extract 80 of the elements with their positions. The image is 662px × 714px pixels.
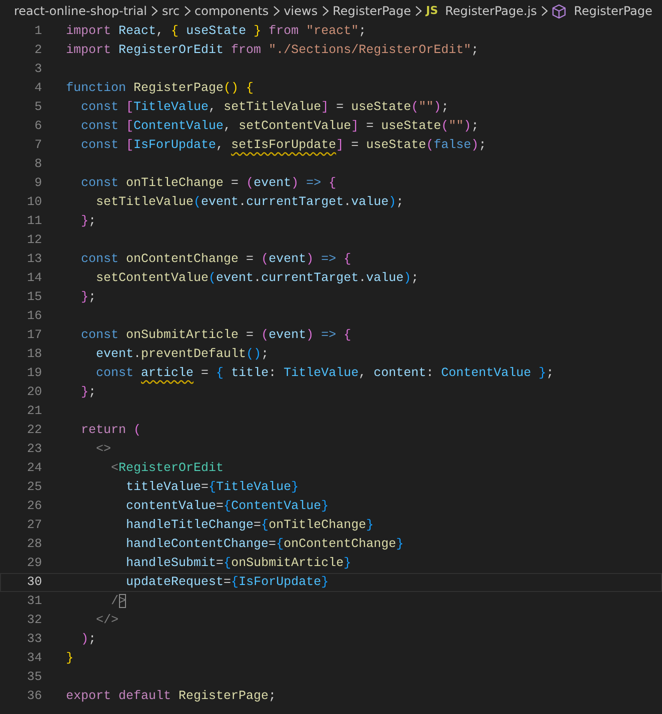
line-number: 22 (26, 422, 42, 439)
line-number: 16 (26, 308, 42, 325)
line-number: 30 (26, 574, 42, 591)
breadcrumb-item[interactable]: components (194, 2, 269, 20)
line-number: 7 (33, 137, 42, 154)
cube-icon (552, 4, 566, 18)
code-line: import React, { useState } from "react"; (66, 23, 366, 40)
code-line: import RegisterOrEdit from "./Sections/RegisterOrEdit"; (66, 42, 479, 59)
line-number: 36 (26, 688, 42, 705)
code-line: const onContentChange = (event) => { (80, 251, 352, 268)
line-number: 21 (26, 403, 42, 420)
line-number: 14 (26, 270, 42, 287)
code-line: setContentValue(event.currentTarget.value); (95, 270, 419, 287)
code-line: const onTitleChange = (event) => { (80, 175, 336, 192)
line-number: 23 (26, 441, 42, 458)
line-number: 27 (26, 517, 42, 534)
code-line: const onSubmitArticle = (event) => { (80, 327, 352, 344)
breadcrumb-item[interactable]: RegisterPage.js (445, 2, 537, 20)
code-line: const article = { title: TitleValue, content: ContentValue }; (95, 365, 554, 382)
line-number: 8 (33, 156, 42, 173)
code-line: event.preventDefault(); (95, 346, 269, 363)
line-number: 25 (26, 479, 42, 496)
line-number: 19 (26, 365, 42, 382)
code-line: <RegisterOrEdit (110, 460, 224, 477)
code-line: titleValue={TitleValue} (125, 479, 299, 496)
code-line: }; (80, 384, 96, 401)
chevron-right-icon (272, 5, 281, 17)
chevron-right-icon (150, 5, 160, 17)
line-number: 9 (33, 175, 42, 192)
code-line: const [ContentValue, setContentValue] = useState(""); (80, 118, 479, 135)
line-number: 33 (26, 631, 42, 648)
line-number: 29 (26, 555, 42, 572)
code-line: handleSubmit={onSubmitArticle} (125, 555, 352, 572)
code-line: <> (95, 441, 112, 458)
code-line: setTitleValue(event.currentTarget.value); (95, 194, 404, 211)
code-line: } (66, 650, 74, 667)
code-line: ); (80, 631, 96, 648)
breadcrumb-item[interactable]: react-online-shop-trial (14, 2, 148, 20)
code-line: const [IsForUpdate, setIsForUpdate] = useState(false); (80, 137, 486, 154)
line-number: 26 (26, 498, 42, 515)
code-line: export default RegisterPage; (66, 688, 276, 705)
line-number: 2 (33, 42, 42, 59)
line-number: 10 (26, 194, 42, 211)
code-line: </> (95, 612, 119, 629)
chevron-right-icon (540, 5, 549, 17)
code-line: handleTitleChange={onTitleChange} (125, 517, 374, 534)
code-line: handleContentChange={onContentChange} (125, 536, 404, 553)
line-number: 35 (26, 669, 42, 686)
line-number: 6 (33, 118, 42, 135)
line-number: 4 (33, 80, 42, 97)
code-line: }; (80, 213, 96, 230)
line-number: 13 (26, 251, 42, 268)
line-number: 3 (33, 61, 42, 78)
line-number: 15 (26, 289, 42, 306)
line-number: 12 (26, 232, 42, 249)
line-number: 11 (26, 213, 42, 230)
line-number: 28 (26, 536, 42, 553)
line-number: 5 (33, 99, 42, 116)
line-number: 34 (26, 650, 42, 667)
line-number: 18 (26, 346, 42, 363)
code-line: return ( (80, 422, 142, 439)
code-line: const [TitleValue, setTitleValue] = useState(""); (80, 99, 449, 116)
breadcrumb-item[interactable]: views (284, 2, 318, 20)
breadcrumb-item[interactable]: RegisterPage (332, 2, 412, 20)
chevron-right-icon (320, 5, 330, 17)
line-number: 20 (26, 384, 42, 401)
code-line: updateRequest={IsForUpdate} (125, 574, 329, 591)
line-number: 31 (26, 593, 42, 610)
line-number: 24 (26, 460, 42, 477)
line-number: 32 (26, 612, 42, 629)
line-number: 1 (33, 23, 42, 40)
breadcrumb-item[interactable]: RegisterPage (574, 2, 652, 20)
line-number: 17 (26, 327, 42, 344)
file-type-label: JS (426, 2, 438, 19)
code-line: contentValue={ContentValue} (125, 498, 329, 515)
chevron-right-icon (182, 5, 192, 17)
code-line: }; (80, 289, 96, 306)
code-line: function RegisterPage() { (66, 80, 254, 97)
chevron-right-icon (414, 5, 424, 17)
breadcrumb-item[interactable]: src (162, 2, 180, 20)
